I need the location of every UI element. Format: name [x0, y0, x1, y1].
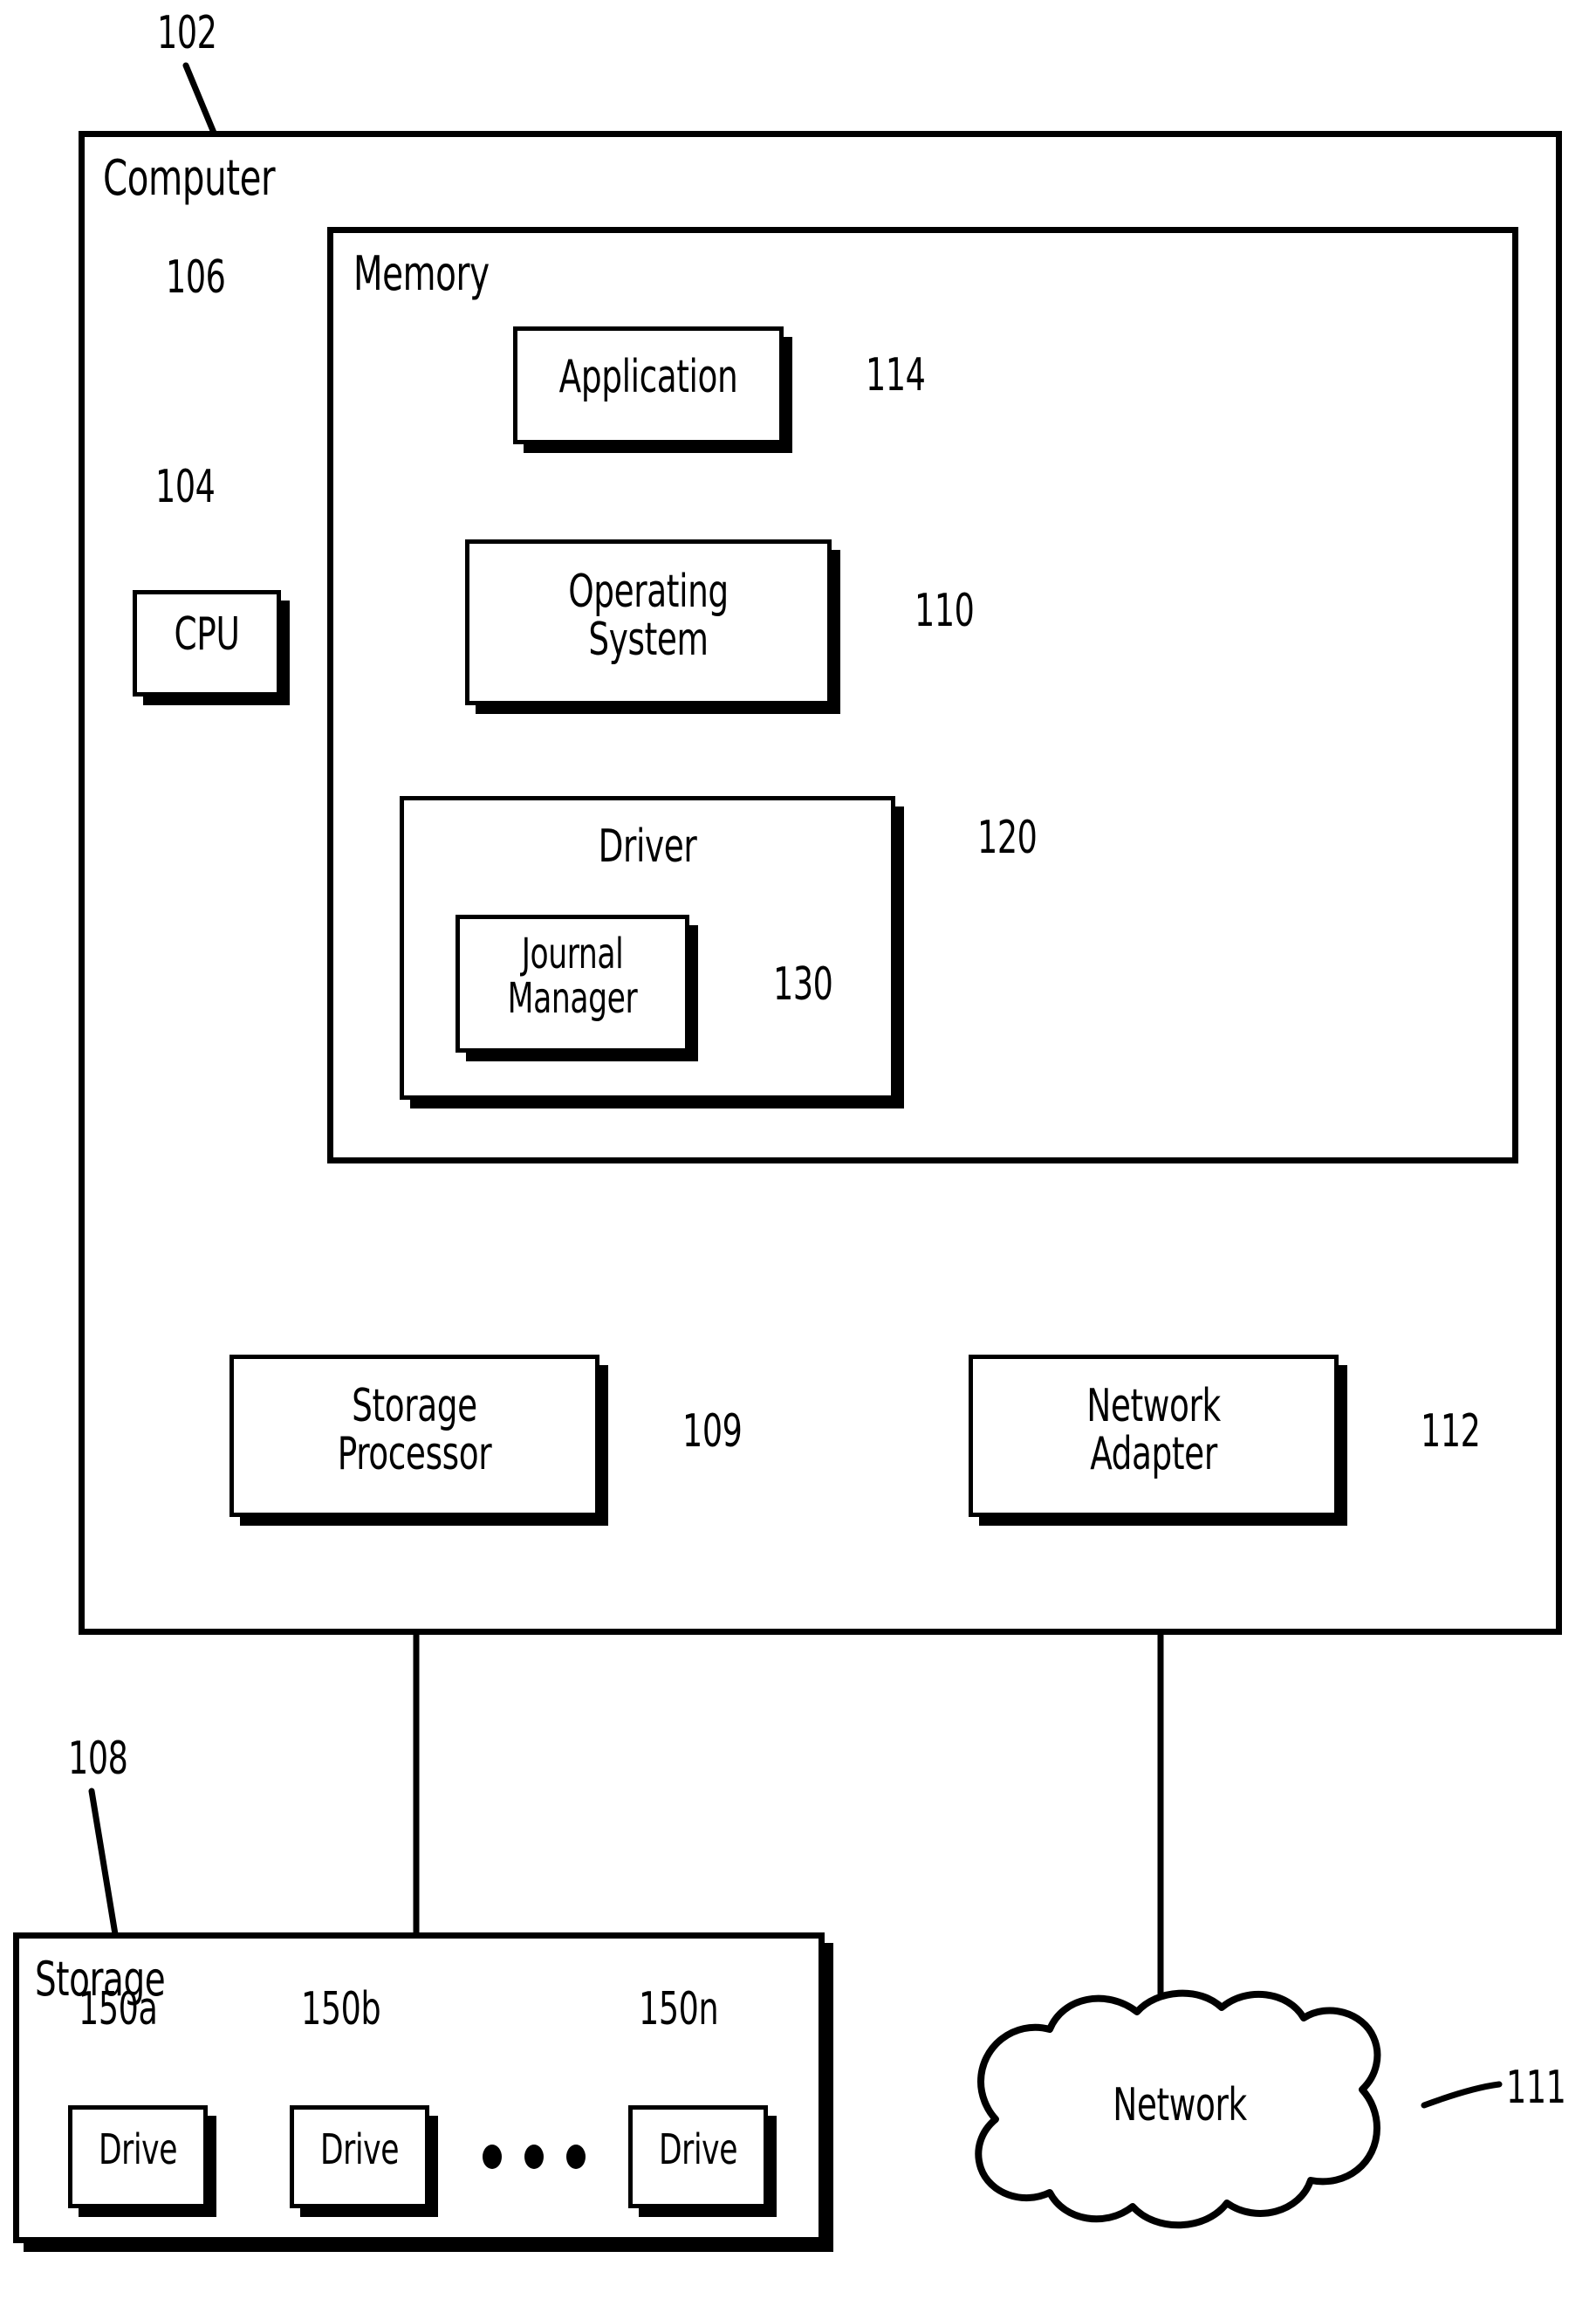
ref-106: 106	[166, 251, 226, 304]
operating-system-label-line2: System	[588, 614, 709, 667]
ref-102: 102	[157, 7, 217, 59]
journal-manager-label-line1: Journal	[521, 930, 624, 978]
drive-label-150n: Drive	[658, 2125, 738, 2174]
drives-ellipsis	[483, 2145, 586, 2169]
storage-processor-label: Storage Processor	[266, 1380, 562, 1481]
ref-150a: 150a	[79, 1983, 158, 2035]
ref-104: 104	[155, 461, 216, 513]
ref-130: 130	[773, 958, 833, 1011]
ref-150b: 150b	[301, 1983, 381, 2035]
operating-system-label-line1: Operating	[568, 566, 729, 618]
ref-114: 114	[866, 349, 926, 402]
ref-111: 111	[1506, 2062, 1566, 2114]
ref-110: 110	[914, 585, 975, 637]
journal-manager-label-line2: Manager	[507, 973, 638, 1023]
ellipsis-dot-2	[524, 2145, 544, 2169]
application-label: Application	[558, 351, 738, 403]
network-adapter-label: Network Adapter	[1005, 1380, 1301, 1481]
memory-title: Memory	[353, 246, 490, 301]
ref-120: 120	[977, 812, 1038, 864]
ellipsis-dot-1	[483, 2145, 502, 2169]
figure-canvas: Computer 102 Memory 106 CPU 104 Applicat…	[0, 0, 1596, 2313]
drive-label-150b: Drive	[319, 2125, 400, 2174]
storage-processor-label-line2: Processor	[337, 1428, 492, 1481]
operating-system-label: Operating System	[502, 566, 795, 667]
ref-150n: 150n	[639, 1983, 719, 2035]
ref-108: 108	[68, 1733, 128, 1785]
network-adapter-label-line2: Adapter	[1090, 1428, 1217, 1481]
network-cloud-label: Network	[1113, 2079, 1247, 2131]
storage-processor-label-line1: Storage	[352, 1380, 477, 1432]
ref-112: 112	[1421, 1405, 1481, 1458]
driver-title: Driver	[598, 820, 697, 873]
ref-109: 109	[682, 1405, 743, 1458]
network-adapter-label-line1: Network	[1086, 1380, 1221, 1432]
drive-label-150a: Drive	[98, 2125, 178, 2174]
cpu-label: CPU	[174, 608, 240, 661]
ellipsis-dot-3	[566, 2145, 586, 2169]
journal-manager-label: Journal Manager	[479, 932, 666, 1021]
computer-title: Computer	[103, 150, 276, 207]
